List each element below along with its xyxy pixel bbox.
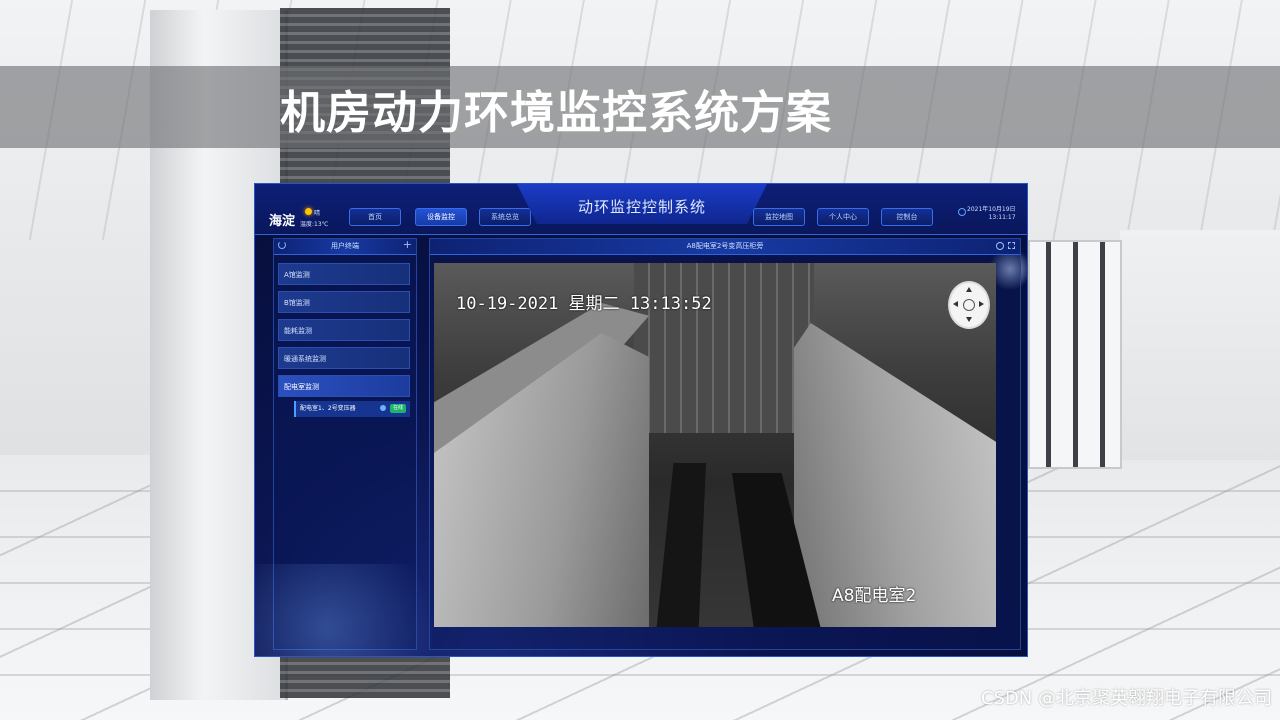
location-label: 海淀 xyxy=(269,214,296,229)
datetime-display: 2021年10月19日 13:11:17 xyxy=(967,206,1016,222)
video-panel: A8配电室2号变高压柜旁 10-19-2021 星期二 13:13:52 A8配… xyxy=(429,238,1021,650)
nav-personal-center-button[interactable]: 个人中心 xyxy=(817,208,869,226)
weather-label: 晴 xyxy=(314,210,321,217)
submenu-label: 配电室1、2号变压器 xyxy=(300,405,356,412)
sidebar-item-power-room[interactable]: 配电室监测 xyxy=(278,375,410,397)
video-panel-header: A8配电室2号变高压柜旁 xyxy=(430,239,1020,255)
page-title: 机房动力环境监控系统方案 xyxy=(280,86,833,139)
camera-label: A8配电室2 xyxy=(832,586,917,606)
nav-device-monitor-button[interactable]: 设备监控 xyxy=(415,208,467,226)
video-panel-title: A8配电室2号变高压柜旁 xyxy=(686,242,764,250)
sidebar-item-a-hall[interactable]: A馆监测 xyxy=(278,263,410,285)
nav-monitor-map-button[interactable]: 监控地图 xyxy=(753,208,805,226)
sidebar-header: 用户终端 + xyxy=(274,239,416,255)
sidebar-subitem-transformers[interactable]: 配电室1、2号变压器 在线 xyxy=(294,401,410,417)
temperature-label: 温度:13℃ xyxy=(300,221,329,228)
date-label: 2021年10月19日 xyxy=(967,206,1016,213)
monitoring-dashboard: 海淀 晴 温度:13℃ 首页 设备监控 系统总览 动环监控控制系统 监控地图 个… xyxy=(254,183,1028,657)
ptz-left-icon[interactable] xyxy=(953,301,958,307)
decorative-sparkles xyxy=(255,564,495,656)
nav-home-button[interactable]: 首页 xyxy=(349,208,401,226)
status-badge: 在线 xyxy=(390,404,407,413)
server-rack-right xyxy=(1028,240,1122,469)
camera-feed[interactable]: 10-19-2021 星期二 13:13:52 A8配电室2 xyxy=(434,263,996,627)
expand-icon[interactable] xyxy=(1008,242,1015,249)
dashboard-title: 动环监控控制系统 xyxy=(577,198,706,216)
add-icon[interactable]: + xyxy=(403,239,412,251)
feed-floor-mat-left xyxy=(656,463,706,627)
sidebar-item-energy[interactable]: 能耗监测 xyxy=(278,319,410,341)
ptz-control-icon[interactable] xyxy=(948,281,990,329)
ptz-down-icon[interactable] xyxy=(966,317,972,322)
camera-timestamp: 10-19-2021 星期二 13:13:52 xyxy=(456,294,712,314)
gear-icon[interactable] xyxy=(996,242,1004,250)
ptz-right-icon[interactable] xyxy=(979,301,984,307)
back-wall xyxy=(1120,230,1280,460)
time-label: 13:11:17 xyxy=(988,214,1016,221)
settings-icon[interactable] xyxy=(380,405,386,411)
nav-console-button[interactable]: 控制台 xyxy=(881,208,933,226)
weather-sun-icon xyxy=(305,208,312,215)
watermark: CSDN @北京聚英翱翔电子有限公司 xyxy=(980,688,1272,709)
sidebar-heading: 用户终端 xyxy=(331,242,359,250)
clock-icon xyxy=(958,208,966,216)
sidebar-item-b-hall[interactable]: B馆监测 xyxy=(278,291,410,313)
ptz-center-icon[interactable] xyxy=(963,299,975,311)
dashboard-header: 海淀 晴 温度:13℃ 首页 设备监控 系统总览 动环监控控制系统 监控地图 个… xyxy=(255,184,1027,235)
sidebar-item-hvac[interactable]: 暖通系统监测 xyxy=(278,347,410,369)
ptz-up-icon[interactable] xyxy=(966,287,972,292)
